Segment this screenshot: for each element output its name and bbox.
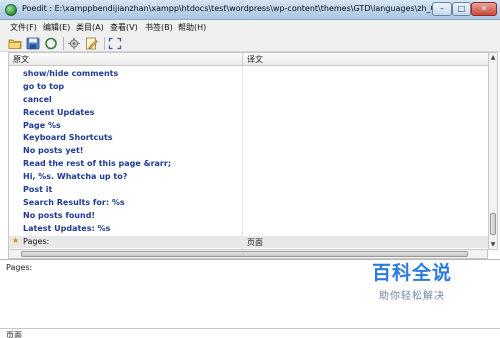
translation-text: 页面: [247, 237, 263, 247]
watermark-title: 百科全说: [371, 262, 452, 284]
vertical-scrollbar[interactable]: ▲ ▼: [488, 52, 498, 250]
selected-list-item[interactable]: ★ Pages: 页面: [9, 235, 488, 249]
list-item[interactable]: Page %s: [9, 120, 488, 133]
edit-comment-icon[interactable]: [85, 37, 99, 50]
menu-edit[interactable]: 编辑(E): [43, 22, 70, 33]
open-folder-icon[interactable]: [8, 37, 22, 50]
source-text: go to top: [23, 81, 65, 91]
window-title: Poedit : E:\xamppbendijianzhan\xampp\htd…: [22, 4, 455, 13]
update-catalog-icon[interactable]: [44, 37, 58, 50]
list-item[interactable]: Keyboard Shortcuts: [9, 132, 488, 145]
list-item[interactable]: Hi, %s. Whatcha up to?: [9, 171, 488, 184]
source-text: cancel: [23, 94, 52, 104]
source-text: Search Results for: %s: [23, 197, 125, 207]
fuzzy-star-icon: ★: [12, 235, 20, 245]
list-header: 原文 译文: [9, 53, 488, 66]
menu-help[interactable]: 帮助(H): [178, 22, 206, 33]
source-text: Keyboard Shortcuts: [23, 133, 113, 143]
watermark: 百科全说 助你轻松解决: [362, 262, 462, 302]
scroll-up-arrow-icon[interactable]: ▲: [489, 53, 497, 62]
list-item[interactable]: Recent Updates: [9, 107, 488, 120]
list-item[interactable]: Read the rest of this page &rarr;: [9, 158, 488, 171]
list-item[interactable]: Latest Updates: %s: [9, 223, 488, 236]
maximize-button[interactable]: □: [452, 2, 471, 16]
source-text: No posts yet!: [23, 146, 84, 156]
menu-catalog[interactable]: 类目(A): [76, 22, 104, 33]
close-button[interactable]: ✕: [471, 2, 497, 16]
minimize-button[interactable]: –: [432, 2, 452, 16]
toolbar-separator: [63, 37, 64, 50]
menu-file[interactable]: 文件(F): [10, 22, 37, 33]
source-text: show/hide comments: [23, 69, 119, 78]
menu-bookmarks[interactable]: 书签(B): [145, 22, 173, 33]
source-text: Post it: [23, 185, 53, 195]
poedit-app-icon: [5, 4, 17, 16]
watermark-subtitle: 助你轻松解决: [379, 291, 445, 302]
source-text: No posts found!: [23, 210, 96, 220]
fullscreen-icon[interactable]: [108, 37, 122, 50]
translation-column-header[interactable]: 译文: [247, 54, 263, 65]
list-item[interactable]: No posts found!: [9, 210, 488, 223]
source-text-label: Pages:: [6, 263, 33, 272]
translation-text-label: 页面: [6, 331, 22, 338]
list-item[interactable]: go to top: [9, 81, 488, 94]
menu-view[interactable]: 查看(V): [110, 22, 138, 33]
source-column-header[interactable]: 原文: [13, 54, 29, 65]
settings-icon[interactable]: [67, 37, 81, 50]
list-item[interactable]: Search Results for: %s: [9, 197, 488, 210]
source-text: Pages:: [23, 236, 50, 246]
scroll-down-arrow-icon[interactable]: ▼: [489, 240, 497, 249]
source-text: Latest Updates: %s: [23, 223, 111, 233]
toolbar: [0, 34, 500, 52]
title-bar: Poedit : E:\xamppbendijianzhan\xampp\htd…: [0, 0, 500, 20]
horizontal-scrollbar[interactable]: [8, 250, 488, 259]
horizontal-scroll-thumb[interactable]: [21, 251, 468, 257]
source-text: Read the rest of this page &rarr;: [23, 159, 172, 169]
source-text: Recent Updates: [23, 107, 95, 117]
menu-bar: 文件(F) 编辑(E) 类目(A) 查看(V) 书签(B) 帮助(H): [0, 20, 500, 34]
panel-divider: [0, 328, 500, 329]
header-divider[interactable]: [242, 53, 243, 66]
source-text: Hi, %s. Whatcha up to?: [23, 172, 128, 182]
save-icon[interactable]: [26, 37, 40, 50]
list-item[interactable]: No posts yet!: [9, 145, 488, 158]
list-item[interactable]: cancel: [9, 94, 488, 107]
translation-list[interactable]: 原文 译文 show/hide comments go to top cance…: [8, 52, 488, 250]
source-text: Page %s: [23, 120, 61, 130]
vertical-scroll-thumb[interactable]: [490, 213, 496, 235]
list-rows: show/hide comments go to top cancel Rece…: [9, 68, 488, 249]
list-item[interactable]: show/hide comments: [9, 68, 488, 81]
toolbar-separator: [104, 37, 105, 50]
list-item[interactable]: Post it: [9, 184, 488, 197]
